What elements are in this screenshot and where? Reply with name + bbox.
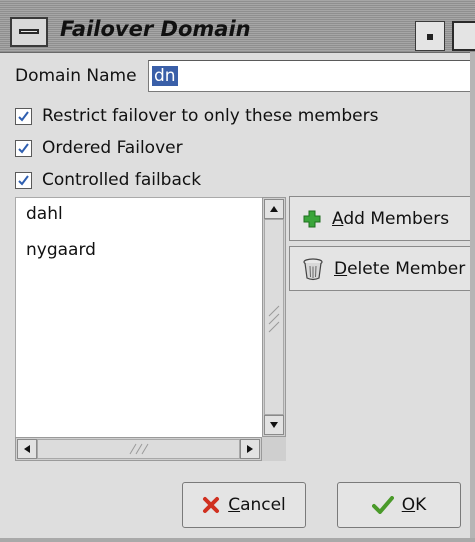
horizontal-scroll-thumb[interactable]	[37, 439, 240, 459]
window-frame-right	[470, 52, 475, 542]
arrow-right-icon	[247, 445, 253, 453]
restrict-failover-checkbox[interactable]: Restrict failover to only these members	[15, 102, 378, 130]
restrict-failover-label: Restrict failover to only these members	[42, 106, 379, 126]
minimize-icon	[427, 34, 433, 40]
cancel-mnemonic: C	[228, 495, 241, 515]
controlled-failback-label: Controlled failback	[42, 170, 202, 190]
menu-bar-icon	[19, 29, 39, 34]
window-menu-button[interactable]	[10, 17, 48, 47]
window-title: Failover Domain	[60, 17, 251, 41]
scrollbar-corner	[262, 437, 286, 461]
add-members-mnemonic: A	[332, 208, 344, 229]
cancel-button[interactable]: Cancel	[182, 482, 306, 528]
scroll-right-button[interactable]	[240, 439, 260, 459]
arrow-up-icon	[270, 206, 278, 212]
arrow-down-icon	[270, 422, 278, 428]
domain-name-input[interactable]: dn	[148, 60, 475, 92]
title-bar[interactable]: Failover Domain	[0, 0, 475, 53]
delete-member-button[interactable]: Delete Member	[289, 246, 475, 291]
ok-button[interactable]: OK	[337, 482, 461, 528]
grip-icon	[129, 443, 149, 455]
checkmark-icon	[18, 142, 29, 154]
delete-member-mnemonic: D	[334, 258, 348, 279]
scroll-left-button[interactable]	[17, 439, 37, 459]
cancel-label: ancel	[240, 495, 286, 515]
ok-mnemonic: O	[401, 495, 416, 515]
list-item[interactable]: dahl	[26, 204, 63, 224]
ordered-failover-checkbox[interactable]: Ordered Failover	[15, 134, 183, 162]
failover-domain-dialog: Failover Domain Domain Name dn Restrict …	[0, 0, 475, 542]
add-members-label: dd Members	[343, 208, 450, 229]
checkbox-box[interactable]	[15, 139, 32, 157]
vertical-scrollbar[interactable]	[262, 197, 286, 437]
ok-label: K	[415, 495, 427, 515]
domain-name-label: Domain Name	[15, 66, 137, 86]
close-icon	[202, 496, 220, 514]
scroll-up-button[interactable]	[264, 199, 284, 219]
minimize-button[interactable]	[415, 21, 445, 51]
maximize-button[interactable]	[452, 21, 475, 51]
ordered-failover-label: Ordered Failover	[42, 138, 183, 158]
window-frame-bottom	[0, 538, 475, 542]
arrow-left-icon	[24, 445, 30, 453]
members-list[interactable]: dahl nygaard	[15, 197, 263, 438]
scroll-down-button[interactable]	[264, 415, 284, 435]
checkmark-icon	[18, 110, 29, 122]
domain-name-value: dn	[152, 66, 178, 86]
add-members-button[interactable]: Add Members	[289, 196, 475, 241]
checkmark-icon	[18, 174, 29, 186]
checkbox-box[interactable]	[15, 107, 32, 125]
plus-icon	[302, 209, 322, 229]
trash-icon	[302, 257, 324, 281]
horizontal-scrollbar[interactable]	[15, 437, 262, 461]
controlled-failback-checkbox[interactable]: Controlled failback	[15, 166, 201, 194]
checkmark-icon	[371, 496, 394, 514]
checkbox-box[interactable]	[15, 171, 32, 189]
vertical-scroll-thumb[interactable]	[264, 219, 284, 415]
delete-member-label: elete Member	[347, 258, 466, 279]
list-item[interactable]: nygaard	[26, 240, 96, 260]
grip-icon	[268, 305, 280, 333]
